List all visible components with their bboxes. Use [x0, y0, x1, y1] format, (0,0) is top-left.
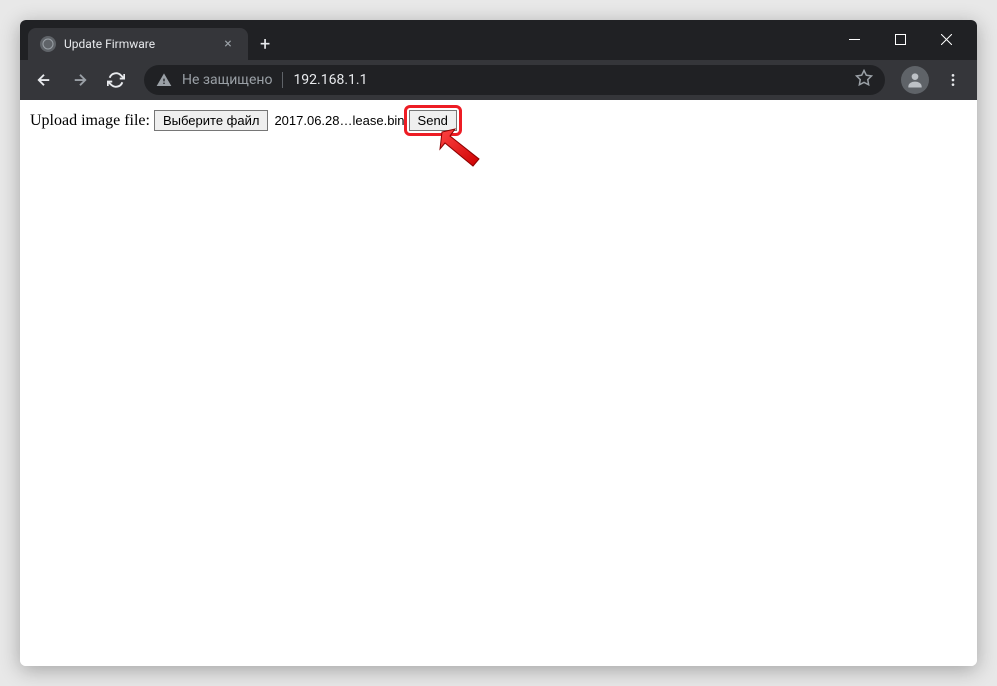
not-secure-icon	[156, 72, 172, 88]
selected-file-name: 2017.06.28…lease.bin	[274, 113, 404, 128]
upload-label: Upload image file:	[30, 112, 150, 130]
divider	[282, 72, 283, 88]
window-controls	[831, 20, 969, 54]
browser-window: Update Firmware × +	[20, 20, 977, 666]
tab-close-icon[interactable]: ×	[220, 36, 236, 52]
address-bar[interactable]: Не защищено 192.168.1.1	[144, 65, 885, 95]
send-button[interactable]: Send	[409, 110, 457, 131]
back-button[interactable]	[28, 64, 60, 96]
annotation-cursor-icon	[437, 124, 487, 179]
toolbar: Не защищено 192.168.1.1	[20, 60, 977, 100]
security-label: Не защищено	[182, 72, 272, 88]
titlebar: Update Firmware × +	[20, 20, 977, 60]
url-text: 192.168.1.1	[293, 72, 367, 88]
page-content: Upload image file: Выберите файл 2017.06…	[20, 100, 977, 666]
upload-form: Upload image file: Выберите файл 2017.06…	[30, 110, 967, 131]
minimize-button[interactable]	[831, 24, 877, 54]
bookmark-star-icon[interactable]	[855, 69, 873, 91]
choose-file-button[interactable]: Выберите файл	[154, 110, 268, 131]
new-tab-button[interactable]: +	[248, 28, 282, 60]
close-button[interactable]	[923, 24, 969, 54]
reload-button[interactable]	[100, 64, 132, 96]
browser-tab[interactable]: Update Firmware ×	[28, 28, 248, 60]
tab-title: Update Firmware	[64, 37, 212, 51]
forward-button[interactable]	[64, 64, 96, 96]
profile-button[interactable]	[901, 66, 929, 94]
favicon-icon	[40, 36, 56, 52]
maximize-button[interactable]	[877, 24, 923, 54]
menu-button[interactable]	[937, 64, 969, 96]
